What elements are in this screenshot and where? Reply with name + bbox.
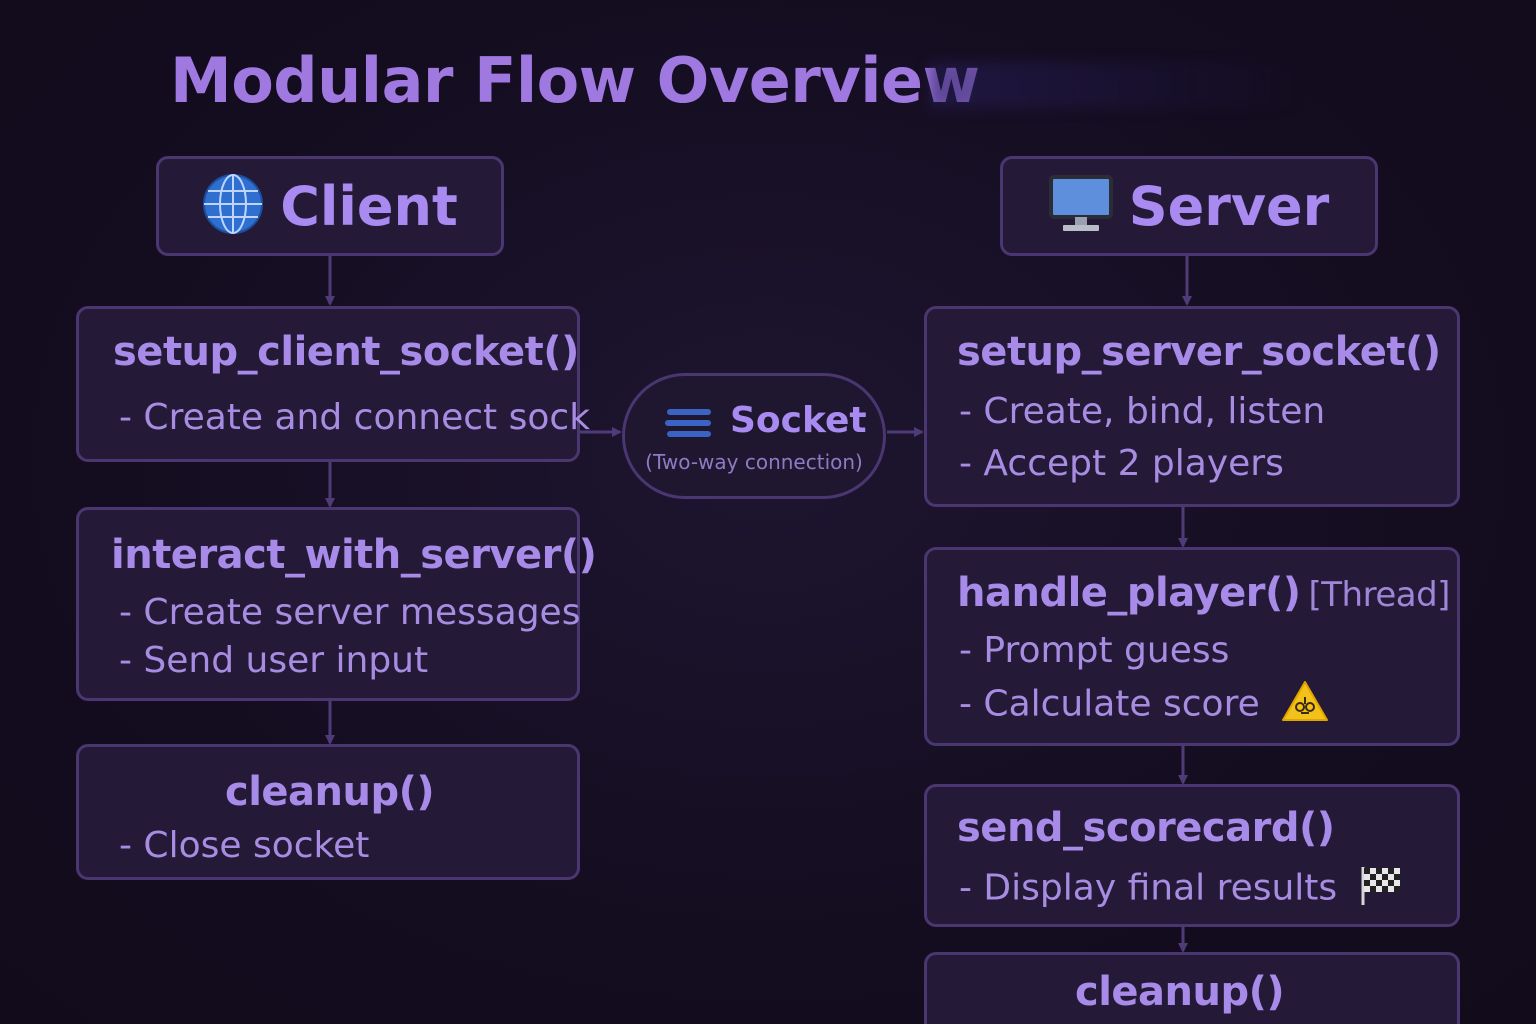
client-cleanup-line-1: - Close socket bbox=[119, 825, 370, 866]
checkered-flag-icon bbox=[1359, 865, 1401, 914]
server-handle-line-2-row: - Calculate score bbox=[959, 680, 1329, 731]
client-setup-line-1: - Create and connect sock bbox=[119, 397, 591, 438]
client-interact-function: interact_with_server() bbox=[111, 532, 597, 578]
thread-tag: [Thread] bbox=[1308, 575, 1451, 615]
server-setup-box: setup_server_socket() - Create, bind, li… bbox=[924, 306, 1460, 507]
server-header-label: Server bbox=[1128, 174, 1330, 238]
client-header-box: Client bbox=[156, 156, 504, 256]
server-scorecard-function: send_scorecard() bbox=[957, 805, 1335, 851]
globe-icon bbox=[202, 173, 264, 239]
client-setup-box: setup_client_socket() - Create and conne… bbox=[76, 306, 590, 462]
server-scorecard-line-1: - Display final results bbox=[959, 867, 1338, 909]
server-cleanup-box: cleanup() bbox=[924, 952, 1460, 1024]
server-handle-box: handle_player() [Thread] - Prompt guess -… bbox=[924, 547, 1460, 746]
server-setup-line-1: - Create, bind, listen bbox=[959, 391, 1326, 432]
server-setup-line-2: - Accept 2 players bbox=[959, 443, 1284, 484]
server-handle-function: handle_player() bbox=[957, 570, 1301, 616]
socket-label: Socket bbox=[730, 400, 867, 441]
client-cleanup-box: cleanup() - Close socket bbox=[76, 744, 580, 880]
socket-node: Socket (Two-way connection) bbox=[622, 373, 886, 499]
client-setup-function: setup_client_socket() bbox=[113, 329, 579, 375]
server-scorecard-box: send_scorecard() - Display final results bbox=[924, 784, 1460, 927]
server-cleanup-function: cleanup() bbox=[1075, 969, 1285, 1015]
socket-sublabel: (Two-way connection) bbox=[645, 450, 863, 474]
warning-icon bbox=[1281, 680, 1329, 731]
server-header-box: Server bbox=[1000, 156, 1378, 256]
client-interact-box: interact_with_server() - Create server m… bbox=[76, 507, 597, 701]
server-scorecard-line-row: - Display final results bbox=[959, 865, 1401, 914]
server-handle-line-2: - Calculate score bbox=[959, 683, 1260, 725]
monitor-icon bbox=[1048, 173, 1113, 239]
stack-lines-icon bbox=[665, 407, 713, 443]
client-interact-line-1: - Create server messages bbox=[119, 592, 581, 633]
server-handle-line-1: - Prompt guess bbox=[959, 630, 1230, 671]
server-handle-function-row: handle_player() [Thread] bbox=[957, 570, 1450, 616]
server-setup-function: setup_server_socket() bbox=[957, 329, 1441, 375]
client-interact-line-2: - Send user input bbox=[119, 640, 429, 681]
client-cleanup-function: cleanup() bbox=[225, 769, 435, 815]
client-header-label: Client bbox=[280, 174, 458, 238]
